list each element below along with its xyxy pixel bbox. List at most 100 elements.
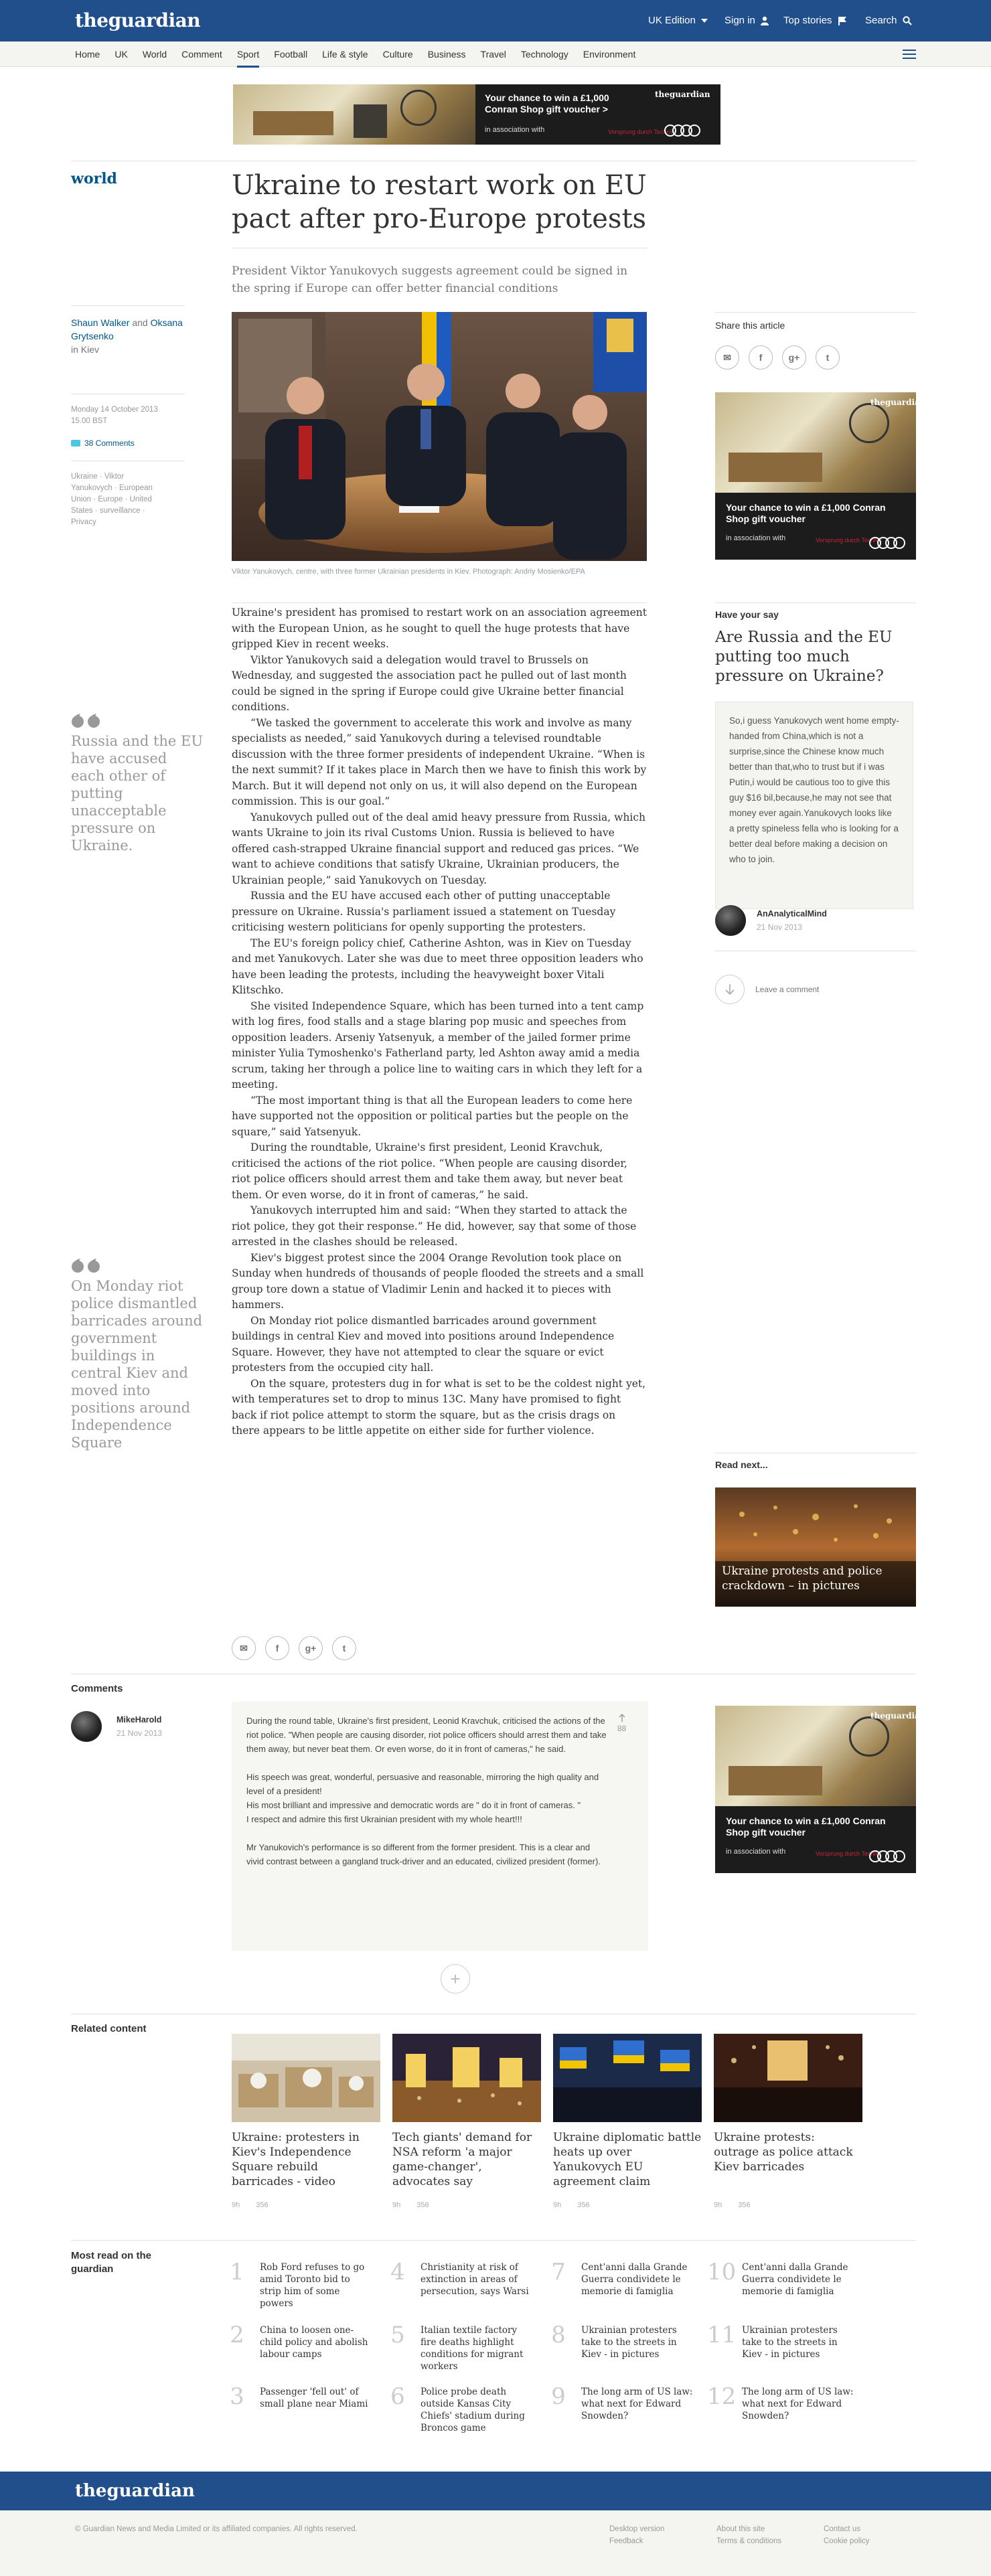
feedback-link[interactable]: Feedback: [609, 2537, 643, 2545]
article-standfirst: President Viktor Yanukovych suggests agr…: [232, 264, 628, 295]
leave-comment-button[interactable]: Leave a comment: [715, 975, 819, 1004]
facebook-share-icon[interactable]: f: [265, 1636, 289, 1660]
most-read-item[interactable]: 2 China to loosen one-child policy and ab…: [225, 2323, 374, 2360]
terms-link[interactable]: Terms & conditions: [716, 2537, 781, 2545]
related-comment-count[interactable]: 356: [577, 2201, 589, 2209]
related-comment-count[interactable]: 356: [738, 2201, 750, 2209]
most-read-item[interactable]: 7 Cent'anni dalla Grande Guerra condivide…: [546, 2260, 695, 2298]
facebook-share-icon[interactable]: f: [749, 345, 773, 370]
arrow-up-icon: [619, 1714, 625, 1722]
show-more-comments-button[interactable]: +: [441, 1964, 470, 1994]
most-read-number: 1: [230, 2259, 244, 2285]
read-next-headline[interactable]: Ukraine protests and police crackdown – …: [722, 1564, 903, 1593]
nav-item-business[interactable]: Business: [428, 49, 466, 60]
menu-icon[interactable]: [903, 50, 916, 59]
most-read-number: 6: [390, 2383, 405, 2410]
related-comment-count[interactable]: 356: [256, 2201, 268, 2209]
pull-quote: On Monday riot police dismantled barrica…: [71, 1259, 205, 1451]
nav-item-technology[interactable]: Technology: [521, 49, 568, 60]
search-label: Search: [865, 15, 897, 26]
avatar[interactable]: [71, 1711, 102, 1742]
related-card[interactable]: Ukraine diplomatic battle heats up over …: [553, 2034, 702, 2189]
most-read-item[interactable]: 4 Christianity at risk of extinction in a…: [386, 2260, 534, 2298]
sign-in-link[interactable]: Sign in: [725, 15, 769, 26]
related-headline: Ukraine diplomatic battle heats up over …: [553, 2131, 702, 2188]
most-read-item[interactable]: 10 Cent'anni dalla Grande Guerra condivid…: [707, 2260, 856, 2298]
top-stories-link[interactable]: Top stories: [783, 15, 847, 26]
have-your-say-question[interactable]: Are Russia and the EU putting too much p…: [715, 628, 909, 686]
nav-item-sport[interactable]: Sport: [236, 49, 260, 68]
ad-headline: Your chance to win a £1,000 Conran Shop …: [726, 502, 886, 524]
sidebar-ad[interactable]: theguardian Your chance to win a £1,000 …: [715, 392, 916, 560]
related-headline: Ukraine protests: outrage as police atta…: [714, 2131, 853, 2174]
top-ad-banner[interactable]: Your chance to win a £1,000 Conran Shop …: [233, 84, 720, 145]
article-paragraph: She visited Independence Square, which h…: [232, 999, 644, 1091]
related-card[interactable]: Ukraine protests: outrage as police atta…: [714, 2034, 862, 2174]
email-share-icon[interactable]: ✉: [715, 345, 739, 370]
related-card[interactable]: Ukraine: protesters in Kiev's Independen…: [232, 2034, 380, 2189]
nav-item-culture[interactable]: Culture: [383, 49, 413, 60]
image-caption: Viktor Yanukovych, centre, with three fo…: [232, 568, 585, 576]
avatar[interactable]: [715, 905, 746, 936]
article-paragraph: Yanukovych interrupted him and said: “Wh…: [232, 1204, 637, 1248]
desktop-version-link[interactable]: Desktop version: [609, 2525, 664, 2533]
nav-item-uk[interactable]: UK: [115, 49, 127, 60]
guardian-logo[interactable]: theguardian: [75, 9, 201, 31]
most-read-item[interactable]: 6 Police probe death outside Kansas City …: [386, 2385, 534, 2434]
comment-paragraph: Mr Yanukovich's performance is so differ…: [246, 1842, 601, 1866]
nav-item-football[interactable]: Football: [274, 49, 307, 60]
edition-selector[interactable]: UK Edition: [648, 15, 708, 26]
most-read-headline: Italian textile factory fire deaths high…: [421, 2325, 524, 2372]
recommend-button[interactable]: 88: [617, 1714, 626, 1733]
comment-username[interactable]: MikeHarold: [117, 1715, 161, 1724]
about-link[interactable]: About this site: [716, 2525, 765, 2533]
ad-image: [233, 84, 475, 145]
nav-item-world[interactable]: World: [143, 49, 167, 60]
related-comment-count[interactable]: 356: [416, 2201, 429, 2209]
most-read-number: 7: [551, 2259, 566, 2285]
most-read-number: 9: [551, 2383, 566, 2410]
section-label[interactable]: world: [71, 170, 117, 187]
most-read-item[interactable]: 5 Italian textile factory fire deaths hig…: [386, 2323, 534, 2372]
related-image: [232, 2034, 380, 2122]
ad-headline: Your chance to win a £1,000 Conran Shop …: [726, 1816, 886, 1838]
ad-image: [715, 1706, 916, 1806]
press-conference-photo: [232, 312, 647, 561]
comments-count-link[interactable]: 38 Comments: [71, 438, 135, 448]
nav-item-comment[interactable]: Comment: [181, 49, 222, 60]
author-link[interactable]: Shaun Walker: [71, 317, 129, 328]
cookie-policy-link[interactable]: Cookie policy: [824, 2537, 869, 2545]
most-read-item[interactable]: 8 Ukrainian protesters take to the street…: [546, 2323, 695, 2360]
contact-link[interactable]: Contact us: [824, 2525, 860, 2533]
twitter-share-icon[interactable]: t: [816, 345, 840, 370]
related-headline: Ukraine: protesters in Kiev's Independen…: [232, 2131, 360, 2188]
pull-quote-text: Russia and the EU have accused each othe…: [71, 733, 204, 854]
search-link[interactable]: Search: [865, 15, 912, 26]
ad-assoc-text: in association with: [726, 1848, 786, 1856]
related-card[interactable]: Tech giants' demand for NSA reform 'a ma…: [392, 2034, 541, 2189]
google-plus-share-icon[interactable]: g+: [782, 345, 806, 370]
most-read-item[interactable]: 11 Ukrainian protesters take to the stree…: [707, 2323, 856, 2360]
section-nav-list: Home UK World Comment Sport Football Lif…: [75, 42, 650, 68]
email-share-icon[interactable]: ✉: [232, 1636, 256, 1660]
most-read-item[interactable]: 9 The long arm of US law: what next for E…: [546, 2385, 695, 2422]
comment-date: 21 Nov 2013: [757, 922, 803, 932]
article-paragraph: Kiev's biggest protest since the 2004 Or…: [232, 1251, 644, 1311]
footer-guardian-logo[interactable]: theguardian: [75, 2481, 195, 2501]
section-nav: Home UK World Comment Sport Football Lif…: [0, 42, 991, 68]
comment-username[interactable]: AnAnalyticalMind: [757, 909, 827, 918]
twitter-share-icon[interactable]: t: [332, 1636, 356, 1660]
sidebar-ad[interactable]: theguardian Your chance to win a £1,000 …: [715, 1706, 916, 1873]
nav-item-environment[interactable]: Environment: [583, 49, 636, 60]
nav-item-travel[interactable]: Travel: [481, 49, 506, 60]
most-read-item[interactable]: 12 The long arm of US law: what next for …: [707, 2385, 856, 2422]
most-read-item[interactable]: 3 Passenger 'fell out' of small plane nea…: [225, 2385, 374, 2410]
most-read-item[interactable]: 1 Rob Ford refuses to go amid Toronto bid…: [225, 2260, 374, 2310]
google-plus-share-icon[interactable]: g+: [299, 1636, 323, 1660]
nav-item-life-style[interactable]: Life & style: [322, 49, 368, 60]
article-keywords[interactable]: Ukraine · Viktor Yanukovych · European U…: [71, 471, 165, 528]
byline: Shaun Walker and Oksana Grytsenko in Kie…: [71, 316, 185, 356]
most-read-number: 4: [390, 2259, 405, 2285]
most-read-headline: Passenger 'fell out' of small plane near…: [260, 2387, 368, 2409]
nav-item-home[interactable]: Home: [75, 49, 100, 60]
